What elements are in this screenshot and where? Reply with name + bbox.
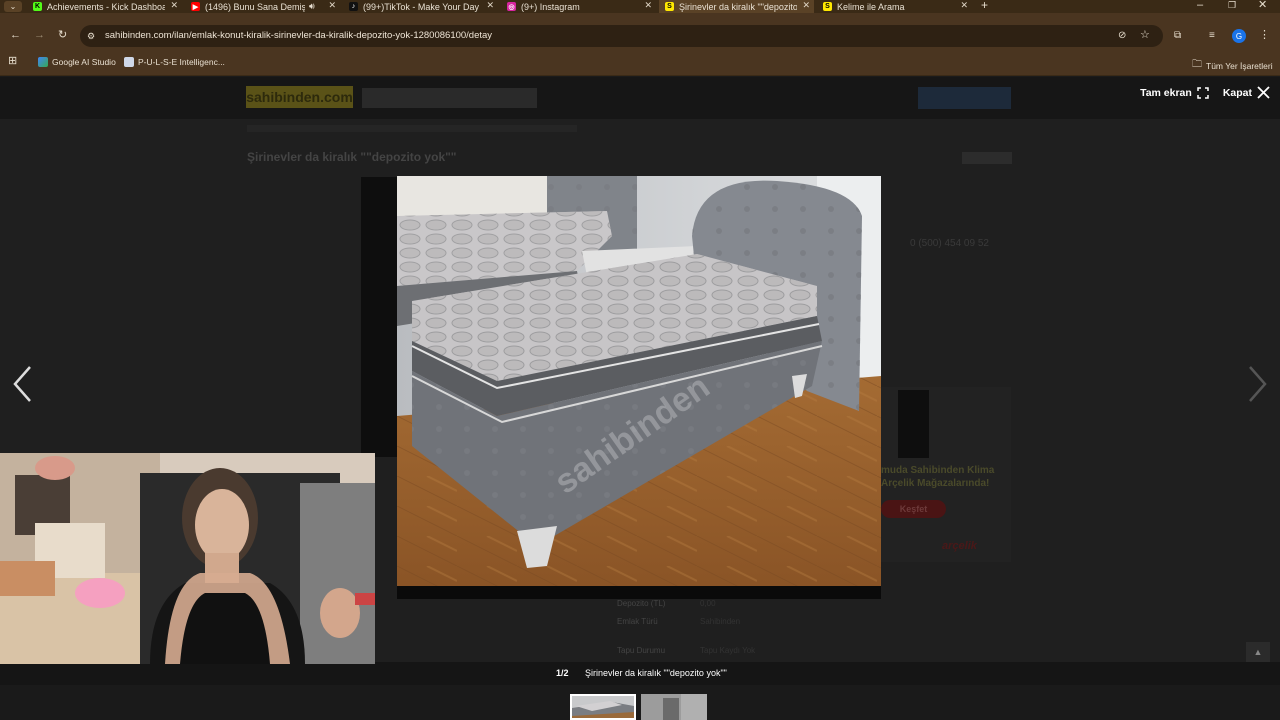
bookmark-label: P-U-L-S-E Intelligenc... (138, 57, 225, 67)
webcam-feed (0, 453, 375, 664)
tab-4[interactable]: ◎ (9+) Instagram ✕ (501, 0, 656, 13)
detail-value: Sahibinden (700, 617, 741, 626)
tab-2[interactable]: ▶ (1496) Bunu Sana Demiştim 🔊︎ ✕ (185, 0, 340, 13)
fullscreen-icon (1197, 86, 1209, 99)
tab-close-icon[interactable]: ✕ (802, 0, 810, 11)
breadcrumb (247, 125, 577, 132)
tab-search-icon[interactable]: ⌄ (4, 1, 22, 12)
tab-3[interactable]: ♪ (99+)TikTok - Make Your Day ✕ (343, 0, 498, 13)
tab-1[interactable]: K Achievements - Kick Dashboard ✕ (27, 0, 182, 13)
tab-close-icon[interactable]: ✕ (486, 0, 494, 11)
back-icon[interactable]: ← (10, 30, 21, 41)
tab-title: Kelime ile Arama (837, 1, 905, 12)
forward-icon[interactable]: → (34, 30, 45, 41)
tab-6[interactable]: S Kelime ile Arama ✕ (817, 0, 972, 13)
ad-product-image (898, 390, 929, 458)
profile-avatar[interactable]: G (1232, 29, 1246, 43)
tab-title: (1496) Bunu Sana Demiştim (205, 1, 305, 12)
ad-title: muda Sahibinden Klima Arçelik Mağazaları… (881, 465, 995, 489)
thumbnail-image (641, 694, 707, 720)
tab-5[interactable]: S Şirinevler da kiralık ""depozito y ✕ (659, 0, 814, 13)
photo-bottom-bar (397, 586, 881, 599)
ad-cta-button: Keşfet (881, 500, 946, 518)
post-ad-button (918, 87, 1011, 109)
site-logo: sahibinden.com (246, 86, 353, 108)
lightbox-controls: Tam ekran Kapat (1140, 86, 1270, 99)
bookmark-label: Google AI Studio (52, 57, 116, 67)
speaker-icon[interactable]: 🔊︎ (309, 1, 315, 12)
thumbnail-image (572, 696, 634, 718)
instagram-icon: ◎ (507, 2, 516, 11)
next-photo-arrow[interactable] (1244, 364, 1270, 404)
close-label: Kapat (1222, 86, 1252, 99)
share-icons (962, 152, 1012, 164)
all-bookmarks-label: Tüm Yer İşaretleri (1206, 60, 1273, 71)
bookmark-pulse[interactable]: P-U-L-S-E Intelligenc... (124, 57, 225, 67)
thumbnail-strip (0, 685, 1280, 720)
photo-counter: 1/2 (556, 668, 569, 678)
eye-slash-icon[interactable]: ⊘ (1118, 30, 1126, 41)
tab-close-icon[interactable]: ✕ (644, 0, 652, 11)
search-box (362, 88, 537, 108)
new-tab-button[interactable]: + (981, 0, 988, 11)
tab-title: Achievements - Kick Dashboard (47, 1, 165, 12)
folder-icon: 🗀 (1192, 59, 1202, 70)
detail-label: Tapu Durumu (617, 646, 666, 655)
bed-photo-illustration: sahibinden (397, 176, 881, 586)
seller-phone: 0 (500) 454 09 52 (910, 238, 989, 249)
window-close-icon[interactable]: ✕ (1258, 0, 1267, 11)
bookmark-google-ai-studio[interactable]: Google AI Studio (38, 57, 116, 67)
fullscreen-button[interactable]: Tam ekran (1140, 87, 1209, 99)
reload-icon[interactable]: ↻ (58, 30, 67, 41)
extensions-icon[interactable]: ⧉ (1174, 30, 1181, 41)
listing-photo[interactable]: sahibinden (397, 176, 881, 586)
tab-title: (9+) Instagram (521, 1, 580, 12)
tiktok-icon: ♪ (349, 2, 358, 11)
scroll-to-top-button[interactable]: ▲ (1246, 642, 1270, 662)
ai-studio-icon (38, 57, 48, 67)
kick-icon: K (33, 2, 42, 11)
url-text[interactable]: sahibinden.com/ilan/emlak-konut-kiralik-… (105, 30, 492, 41)
thumbnail-1[interactable] (570, 694, 636, 720)
detail-label: Emlak Türü (617, 617, 658, 626)
tab-close-icon[interactable]: ✕ (328, 0, 336, 11)
tab-title: (99+)TikTok - Make Your Day (363, 1, 479, 12)
site-info-icon[interactable]: ⚙ (87, 31, 95, 42)
photo-letterbox (361, 177, 397, 457)
sahibinden-icon: S (823, 2, 832, 11)
site-header (0, 77, 1280, 119)
all-bookmarks-button[interactable]: 🗀 Tüm Yer İşaretleri (1192, 57, 1273, 74)
detail-value: Tapu Kaydı Yok (700, 646, 756, 655)
apps-grid-icon[interactable]: ⊞ (8, 56, 17, 67)
fullscreen-label: Tam ekran (1140, 86, 1192, 99)
photo-caption: Şirinevler da kiralık ""depozito yok"" (585, 668, 727, 678)
toolbar-spacer (0, 13, 1280, 24)
menu-kebab-icon[interactable]: ⋮ (1259, 30, 1270, 41)
webcam-overlay (0, 453, 375, 664)
bookmark-star-icon[interactable]: ☆ (1140, 30, 1150, 41)
minimize-icon[interactable]: – (1197, 0, 1203, 11)
tab-title: Şirinevler da kiralık ""depozito y (679, 1, 797, 12)
tab-close-icon[interactable]: ✕ (960, 0, 968, 11)
detail-value: 0,00 (700, 599, 716, 608)
media-control-icon[interactable]: ≡ (1209, 30, 1215, 41)
maximize-icon[interactable]: ❐ (1228, 0, 1236, 11)
tab-close-icon[interactable]: ✕ (170, 0, 178, 11)
detail-label: Depozito (TL) (617, 599, 666, 608)
pulse-icon (124, 57, 134, 67)
sahibinden-icon: S (665, 2, 674, 11)
close-icon (1257, 86, 1270, 99)
thumbnail-2[interactable] (641, 694, 707, 720)
close-lightbox-button[interactable]: Kapat (1223, 86, 1270, 99)
ad-brand-logo: arçelik (942, 540, 977, 552)
previous-photo-arrow[interactable] (10, 364, 36, 404)
listing-title: Şirinevler da kiralık ""depozito yok"" (247, 150, 457, 164)
youtube-icon: ▶ (191, 2, 200, 11)
